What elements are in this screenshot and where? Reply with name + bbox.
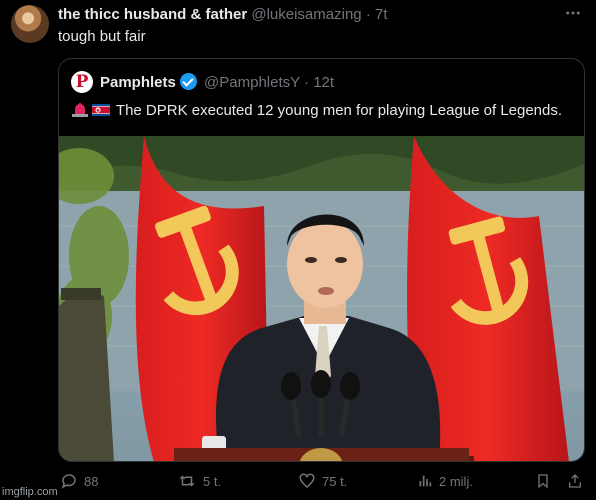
author-avatar[interactable] [11,5,49,43]
share-icon [569,474,581,488]
views-icon [419,475,432,487]
reply-count: 88 [84,473,99,489]
verified-badge-icon [179,73,197,90]
tweet-actions: 88 5 t. 75 t. 2 milj. [0,470,596,496]
quoted-tweet-text: The DPRK executed 12 young men for playi… [115,102,563,119]
speaker-photo [59,136,584,461]
watermark: imgflip.com [2,486,58,498]
tweet-photo[interactable] [59,136,584,461]
tweet-header: the thicc husband & father @lukeisamazin… [58,5,388,24]
quoted-tweet-text-line: The DPRK executed 12 young men for playi… [71,101,562,121]
siren-icon [72,103,88,117]
tweet[interactable]: the thicc husband & father @lukeisamazin… [0,0,596,500]
quoted-author-handle[interactable]: @PamphletsY [204,74,300,91]
separator-dot: · [304,74,310,91]
bookmark-button[interactable] [535,472,557,490]
tweet-time[interactable]: 7t [375,6,388,23]
tweet-text: tough but fair [58,28,146,45]
separator-dot: · [365,6,371,23]
views-button[interactable]: 2 milj. [417,472,473,490]
views-count: 2 milj. [439,473,473,489]
like-button[interactable]: 75 t. [298,472,347,490]
reply-button[interactable]: 88 [60,472,98,490]
repost-button[interactable]: 5 t. [177,472,221,490]
author-handle[interactable]: @lukeisamazing [251,6,361,23]
share-button[interactable] [567,472,589,490]
quoted-tweet-time[interactable]: 12t [313,74,334,91]
like-count: 75 t. [322,473,348,489]
reply-icon [61,474,76,489]
quoted-author-name[interactable]: Pamphlets [100,74,176,91]
quoted-tweet[interactable]: P Pamphlets @PamphletsY · 12t The DPRK e… [58,58,585,462]
more-icon[interactable] [564,4,582,27]
quoted-author-avatar[interactable]: P [71,71,93,93]
repost-icon [179,475,195,487]
bookmark-icon [538,474,548,489]
quoted-tweet-header: Pamphlets @PamphletsY · 12t [100,73,334,92]
heart-icon [299,473,315,488]
north-korea-flag-icon [92,104,110,116]
author-name[interactable]: the thicc husband & father [58,6,247,23]
repost-count: 5 t. [203,473,222,489]
